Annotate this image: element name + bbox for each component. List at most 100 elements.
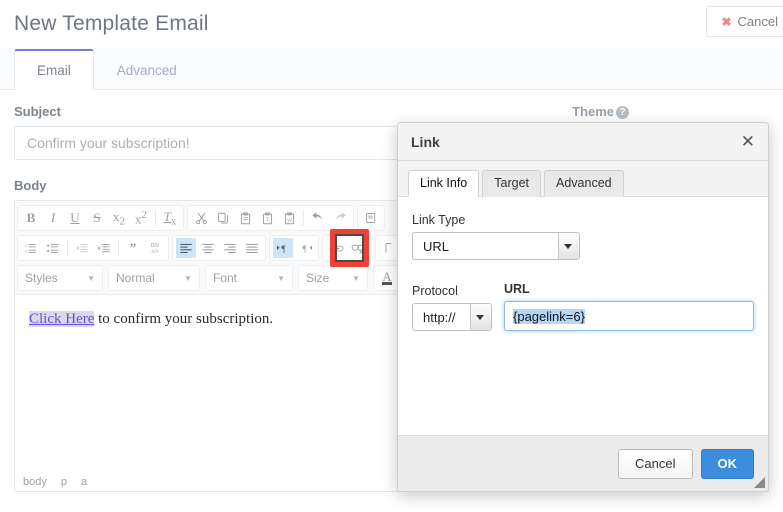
strikethrough-button[interactable]: S	[87, 208, 107, 228]
bulleted-list-icon[interactable]	[43, 238, 63, 258]
chevron-down-icon: ▼	[87, 273, 95, 283]
svg-text:1: 1	[25, 242, 28, 247]
elements-path-body[interactable]: body	[23, 476, 47, 488]
bold-button[interactable]: B	[21, 208, 41, 228]
ltr-icon[interactable]: ¶	[273, 238, 293, 258]
toolbar-separator	[118, 240, 119, 256]
chevron-down-icon: ▼	[184, 273, 192, 283]
svg-text:</>: </>	[151, 249, 159, 255]
dialog-tab-advanced[interactable]: Advanced	[544, 170, 624, 197]
url-label: URL	[504, 282, 530, 296]
dialog-tab-link-info[interactable]: Link Info	[408, 170, 480, 197]
undo-icon[interactable]	[308, 208, 328, 228]
protocol-label: Protocol	[412, 284, 458, 298]
paste-text-icon[interactable]: T	[257, 208, 277, 228]
toolbar-group-basicstyles: B I U S x2 x2 Tx	[17, 205, 184, 231]
superscript-button[interactable]: x2	[131, 208, 151, 228]
text-color-button[interactable]: A	[377, 268, 397, 288]
protocol-select-wrap: http://	[412, 303, 492, 331]
styles-dropdown-label: Styles	[25, 271, 58, 285]
tab-advanced[interactable]: Advanced	[94, 49, 200, 90]
svg-text:T: T	[265, 217, 269, 223]
rtl-icon[interactable]: ¶	[295, 238, 315, 258]
link-dialog: Link ✕ Link Info Target Advanced Link Ty…	[397, 122, 769, 492]
dialog-tab-target[interactable]: Target	[482, 170, 542, 197]
numbered-list-icon[interactable]: 1 2	[21, 238, 41, 258]
unlink-icon[interactable]	[348, 238, 368, 258]
x-icon: ✖	[721, 14, 732, 29]
dialog-tab-advanced-label: Advanced	[556, 176, 612, 190]
font-size-dropdown[interactable]: Size ▼	[298, 265, 368, 291]
remove-format-button[interactable]: Tx	[160, 208, 180, 228]
toolbar-separator	[155, 210, 156, 226]
align-justify-icon[interactable]	[242, 238, 262, 258]
link-type-select[interactable]: URL	[412, 232, 580, 260]
toolbar-group-paragraph: 1 2 ” DIV </>	[17, 235, 169, 261]
header-actions: ✖ Cancel	[706, 6, 783, 37]
paragraph-format-dropdown[interactable]: Normal ▼	[108, 265, 200, 291]
url-input[interactable]	[504, 301, 754, 331]
page-title: New Template Email	[14, 12, 209, 35]
protocol-select[interactable]: http://	[412, 303, 492, 331]
editor-link-text[interactable]: Click Here	[29, 311, 95, 327]
toolbar-group-extra-1	[357, 205, 385, 231]
theme-label: Theme?	[530, 104, 629, 119]
toolbar-group-clipboard: T W	[187, 205, 354, 231]
close-icon[interactable]: ✕	[741, 133, 755, 150]
toolbar-separator	[303, 210, 304, 226]
link-type-select-wrap: URL	[412, 232, 580, 260]
italic-button[interactable]: I	[43, 208, 63, 228]
subscript-button[interactable]: x2	[109, 208, 129, 228]
font-dropdown[interactable]: Font ▼	[205, 265, 293, 291]
svg-text:¶: ¶	[281, 243, 285, 253]
tab-advanced-label: Advanced	[116, 62, 177, 78]
text-color-label: A	[382, 269, 392, 285]
underline-button[interactable]: U	[65, 208, 85, 228]
dialog-tab-target-label: Target	[494, 176, 530, 190]
paste-word-icon[interactable]: W	[279, 208, 299, 228]
svg-text:2: 2	[25, 248, 28, 253]
find-icon[interactable]	[361, 208, 381, 228]
link-type-label: Link Type	[412, 213, 466, 227]
align-right-icon[interactable]	[220, 238, 240, 258]
tab-email[interactable]: Email	[14, 49, 94, 90]
anchor-icon[interactable]	[379, 238, 399, 258]
quote-icon[interactable]: ”	[123, 238, 143, 258]
tab-email-label: Email	[37, 63, 71, 78]
chevron-down-icon: ▼	[352, 273, 360, 283]
paste-icon[interactable]	[235, 208, 255, 228]
font-dropdown-label: Font	[213, 271, 238, 285]
elements-path-a[interactable]: a	[81, 476, 87, 488]
resize-grip-icon[interactable]	[754, 477, 765, 488]
dialog-header: Link ✕	[398, 123, 768, 161]
redo-icon[interactable]	[330, 208, 350, 228]
copy-icon[interactable]	[213, 208, 233, 228]
align-left-icon[interactable]	[176, 238, 196, 258]
toolbar-separator	[67, 240, 68, 256]
scissors-icon[interactable]	[191, 208, 211, 228]
chevron-down-icon: ▼	[277, 273, 285, 283]
align-center-icon[interactable]	[198, 238, 218, 258]
toolbar-group-bidi: ¶ ¶	[269, 235, 319, 261]
dialog-body: Link Type URL Protocol http:// URL	[398, 197, 768, 435]
dialog-tab-link-info-label: Link Info	[420, 176, 468, 190]
editor-body-text: to confirm your subscription.	[94, 311, 274, 327]
div-icon[interactable]: DIV </>	[145, 238, 165, 258]
link-icon[interactable]	[326, 238, 346, 258]
dialog-tabs: Link Info Target Advanced	[398, 161, 768, 197]
cancel-button-top[interactable]: ✖ Cancel	[706, 6, 783, 37]
question-mark-icon[interactable]: ?	[616, 106, 629, 119]
toolbar-group-links	[322, 235, 372, 261]
protocol-field: Protocol http://	[412, 284, 492, 331]
paragraph-format-label: Normal	[116, 271, 155, 285]
dialog-footer: Cancel OK	[398, 435, 768, 491]
elements-path-p[interactable]: p	[61, 476, 67, 488]
dialog-ok-button[interactable]: OK	[700, 448, 754, 479]
indent-icon[interactable]	[94, 238, 114, 258]
svg-text:¶: ¶	[302, 243, 306, 253]
dialog-cancel-button[interactable]: Cancel	[618, 448, 693, 479]
toolbar-group-align	[172, 235, 266, 261]
outdent-icon[interactable]	[72, 238, 92, 258]
styles-dropdown[interactable]: Styles ▼	[17, 265, 103, 291]
url-field: URL	[504, 282, 754, 331]
